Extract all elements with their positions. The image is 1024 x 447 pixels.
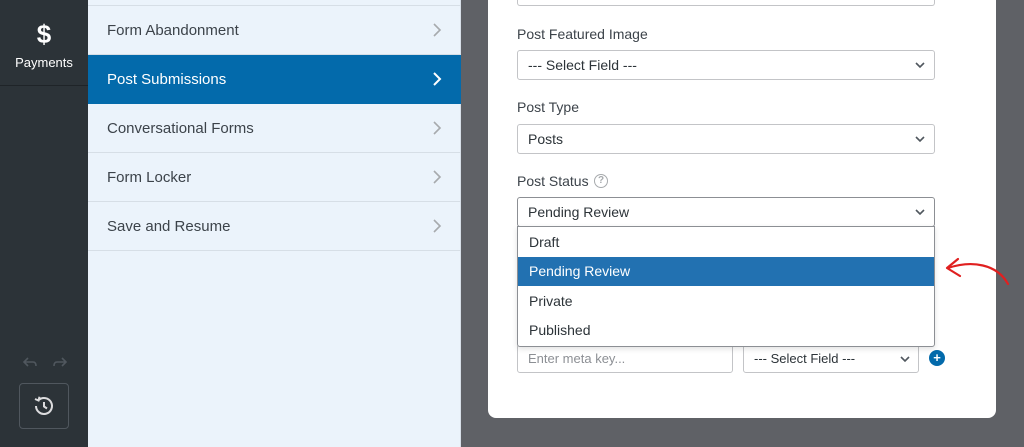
select-value: Pending Review <box>528 204 630 220</box>
chevron-down-icon <box>900 356 910 363</box>
select-value: --- Select Field --- <box>754 351 856 366</box>
settings-item-conversational-forms[interactable]: Conversational Forms <box>88 104 461 153</box>
chevron-right-icon <box>433 72 442 86</box>
revisions-button[interactable] <box>19 383 69 429</box>
history-icon <box>34 396 53 415</box>
chevron-down-icon <box>915 62 925 69</box>
post-status-dropdown: Draft Pending Review Private Published <box>517 226 935 347</box>
dropdown-option-pending-review[interactable]: Pending Review <box>518 256 934 286</box>
post-type-label: Post Type <box>517 99 580 115</box>
select-value: --- Select Field --- <box>528 57 637 73</box>
settings-item-label: Form Locker <box>107 168 192 186</box>
redo-icon[interactable] <box>52 356 68 370</box>
settings-item-label: Save and Resume <box>107 217 231 235</box>
dollar-icon: $ <box>36 19 52 49</box>
dropdown-option-published[interactable]: Published <box>518 316 934 346</box>
chevron-right-icon <box>433 219 442 233</box>
chevron-right-icon <box>433 170 442 184</box>
post-status-label: Post Status <box>517 173 589 189</box>
undo-icon[interactable] <box>22 356 38 370</box>
featured-image-label: Post Featured Image <box>517 26 648 42</box>
post-type-select[interactable]: Posts <box>517 124 935 154</box>
meta-field-select[interactable]: --- Select Field --- <box>743 344 919 373</box>
add-meta-button[interactable]: + <box>929 350 945 366</box>
settings-item-label: Form Abandonment <box>107 21 239 39</box>
settings-item-save-and-resume[interactable]: Save and Resume <box>88 202 461 251</box>
chevron-down-icon <box>915 209 925 216</box>
chevron-right-icon <box>433 121 442 135</box>
sidebar-item-label: Payments <box>15 55 73 70</box>
post-submissions-form-card: Post Featured Image --- Select Field ---… <box>488 0 996 418</box>
annotation-arrow-icon <box>945 257 1010 286</box>
settings-item-form-abandonment[interactable]: Form Abandonment <box>88 6 461 55</box>
sidebar-item-payments[interactable]: $ Payments <box>0 0 88 86</box>
previous-field-input[interactable] <box>517 0 935 6</box>
post-status-select[interactable]: Pending Review <box>517 197 935 227</box>
select-value: Posts <box>528 131 564 147</box>
help-icon[interactable]: ? <box>594 174 608 188</box>
settings-item-label: Conversational Forms <box>107 119 254 137</box>
settings-item-form-locker[interactable]: Form Locker <box>88 153 461 202</box>
featured-image-select[interactable]: --- Select Field --- <box>517 50 935 80</box>
meta-key-input[interactable]: Enter meta key... <box>517 344 733 373</box>
dropdown-option-private[interactable]: Private <box>518 286 934 316</box>
app-sidebar: $ Payments <box>0 0 88 447</box>
settings-item-post-submissions[interactable]: Post Submissions <box>88 55 461 104</box>
undo-redo-group <box>22 356 68 372</box>
dropdown-option-draft[interactable]: Draft <box>518 227 934 257</box>
settings-panel: Form Abandonment Post Submissions Conver… <box>88 0 461 447</box>
chevron-down-icon <box>915 136 925 143</box>
settings-item-label: Post Submissions <box>107 70 227 88</box>
chevron-right-icon <box>433 23 442 37</box>
